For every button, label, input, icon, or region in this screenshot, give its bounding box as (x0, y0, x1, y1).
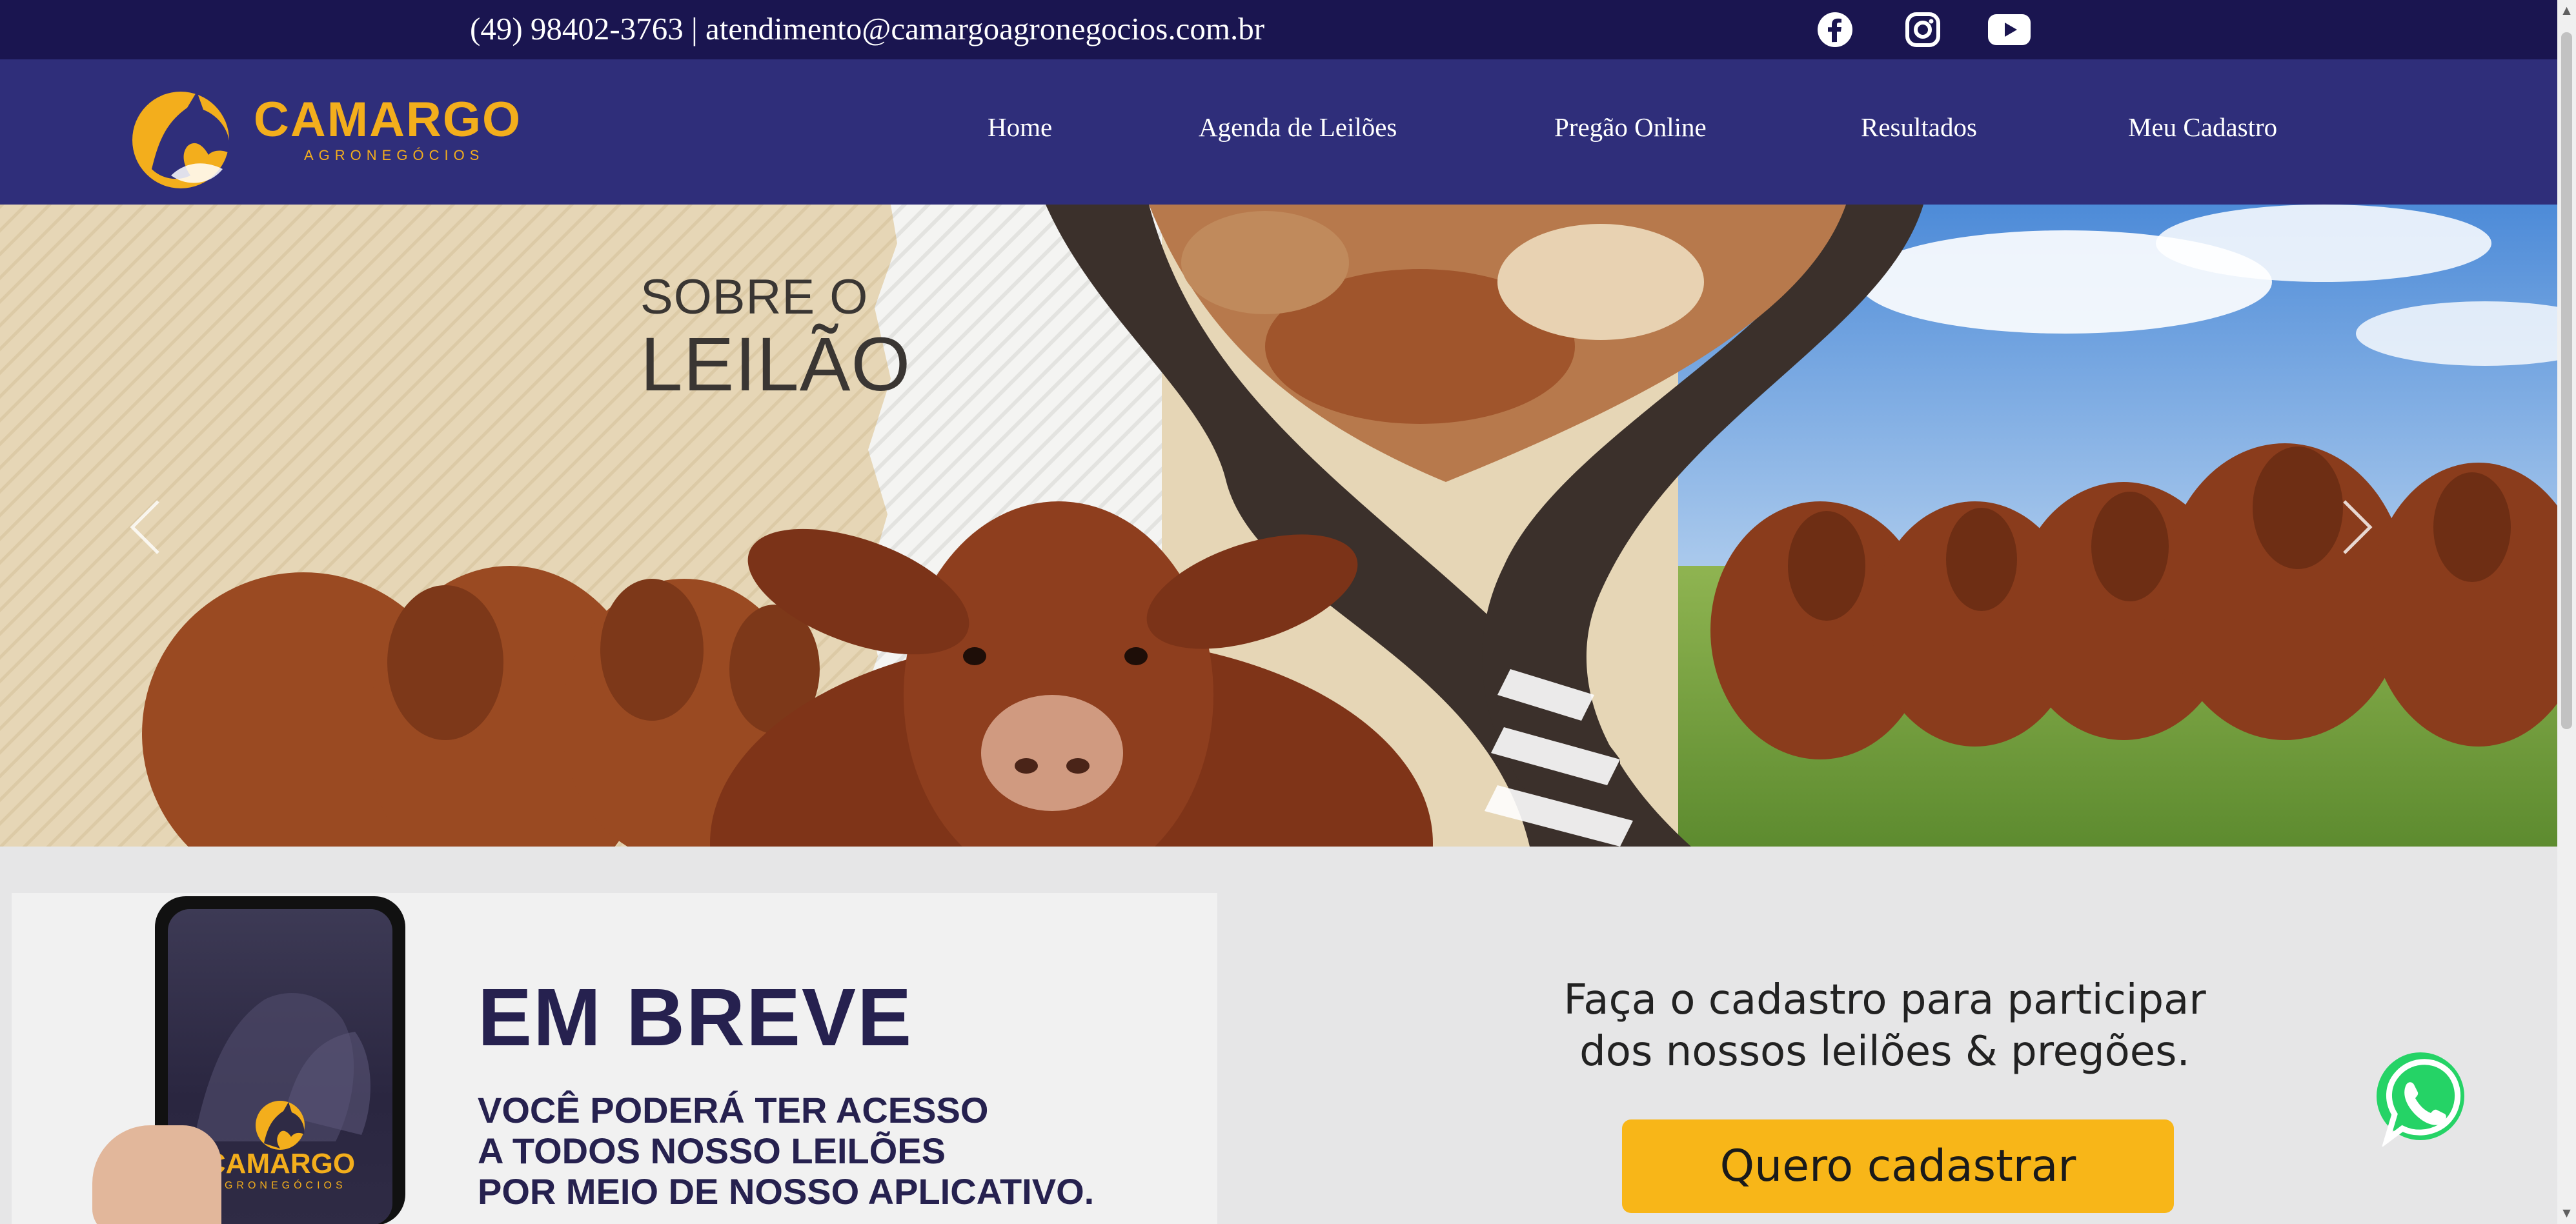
banner-headline: EM BREVE (478, 972, 913, 1063)
scroll-down-arrow-icon[interactable]: ▼ (2561, 1207, 2572, 1219)
whatsapp-icon (2377, 1052, 2464, 1148)
app-promo-section: CAMARGO AGRONEGÓCIOS EM BREVE VOCÊ PODER… (0, 847, 2557, 1224)
chevron-left-icon (130, 500, 159, 554)
carousel-next-button[interactable] (2331, 488, 2383, 566)
register-button[interactable]: Quero cadastrar (1622, 1119, 2174, 1213)
whatsapp-button[interactable] (2361, 1050, 2477, 1148)
horse-logo-icon (132, 92, 230, 188)
facebook-icon[interactable] (1815, 12, 1855, 48)
hero-carousel: SOBRE O LEILÃO (0, 205, 2557, 847)
contact-info: (49) 98402-3763 | atendimento@camargoagr… (470, 11, 1265, 46)
banner-line-1: VOCÊ PODERÁ TER ACESSO (478, 1090, 989, 1130)
top-contact-bar: (49) 98402-3763 | atendimento@camargoagr… (0, 0, 2557, 59)
hand-holding-phone (92, 1125, 221, 1224)
hero-title-line1: SOBRE O (640, 270, 869, 325)
hero-title-line2: LEILÃO (640, 322, 911, 407)
phone-logo-icon (256, 1101, 305, 1150)
nav-meu-cadastro[interactable]: Meu Cadastro (2128, 111, 2277, 143)
nav-resultados[interactable]: Resultados (1861, 111, 1977, 143)
app-coming-soon-banner: CAMARGO AGRONEGÓCIOS EM BREVE VOCÊ PODER… (12, 893, 1217, 1224)
youtube-icon[interactable] (1987, 12, 2032, 48)
scroll-thumb[interactable] (2561, 32, 2572, 729)
nav-home[interactable]: Home (988, 111, 1052, 143)
carousel-prev-button[interactable] (119, 488, 171, 566)
banner-line-3: POR MEIO DE NOSSO APLICATIVO. (478, 1171, 1095, 1212)
nav-pregao-online[interactable]: Pregão Online (1554, 111, 1707, 143)
main-navbar: CAMARGO AGRONEGÓCIOS Home Agenda de Leil… (0, 59, 2557, 205)
nav-agenda-de-leiloes[interactable]: Agenda de Leilões (1199, 111, 1397, 143)
chevron-right-icon (2343, 500, 2373, 554)
brand-subtitle: AGRONEGÓCIOS (304, 147, 485, 163)
page: (49) 98402-3763 | atendimento@camargoagr… (0, 0, 2576, 1224)
banner-line-2: A TODOS NOSSO LEILÕES (478, 1130, 946, 1171)
brand-name: CAMARGO (254, 92, 522, 147)
hero-image (0, 205, 2557, 847)
cta-text-line-2: dos nossos leilões & pregões. (1579, 1028, 2190, 1076)
camargo-logo[interactable]: CAMARGO AGRONEGÓCIOS (126, 79, 539, 188)
page-scrollbar[interactable]: ▲ ▼ (2557, 0, 2576, 1224)
cta-text-line-1: Faça o cadastro para participar (1563, 976, 2206, 1024)
instagram-icon[interactable] (1903, 12, 1943, 48)
scroll-up-arrow-icon[interactable]: ▲ (2561, 4, 2572, 17)
